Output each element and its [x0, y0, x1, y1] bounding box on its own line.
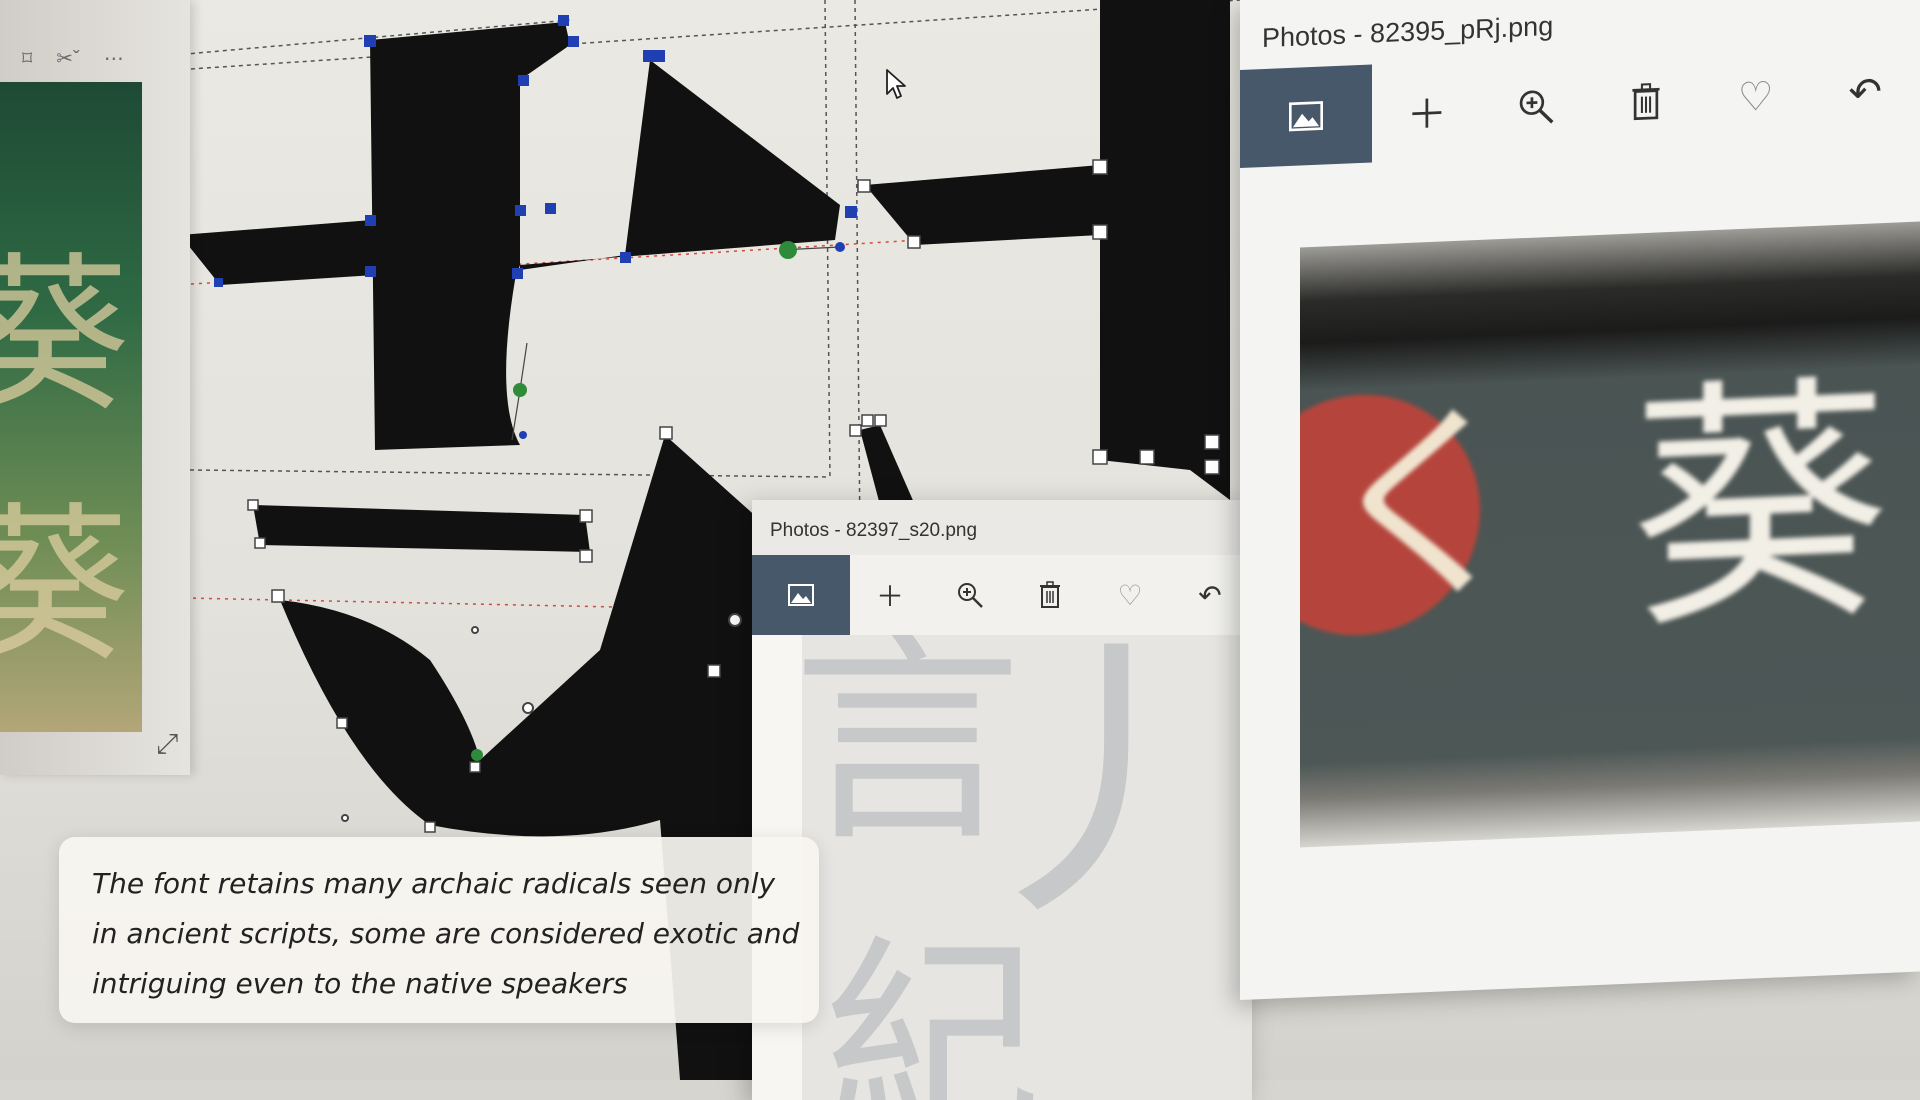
- thumbnail-image[interactable]: 葵 葵: [0, 82, 142, 732]
- favorite-button[interactable]: ♡: [1090, 555, 1170, 635]
- more-icon[interactable]: ⋯: [104, 46, 124, 71]
- add-button[interactable]: ＋: [1372, 60, 1482, 163]
- photo-preview-large[interactable]: く 葵: [1300, 221, 1920, 848]
- add-button[interactable]: ＋: [850, 555, 930, 635]
- thumbnail-panel: ⌑ ✂ˇ ⋯ 葵 葵 ⤢: [0, 0, 190, 775]
- image-icon: [788, 584, 814, 606]
- rotate-button[interactable]: ↶: [1170, 555, 1250, 635]
- image-button[interactable]: [752, 555, 850, 635]
- thumbnail-toolbar: ⌑ ✂ˇ ⋯: [10, 40, 192, 76]
- tools-dropdown-icon[interactable]: ✂ˇ: [56, 46, 79, 71]
- crop-icon[interactable]: ⌑: [22, 46, 32, 71]
- rotate-button[interactable]: ↶: [1810, 42, 1920, 145]
- ghost-glyph-stroke: 丿: [952, 635, 1252, 935]
- zoom-in-button[interactable]: [1482, 55, 1592, 158]
- photos-toolbar: ＋ ♡ ↶: [752, 555, 1252, 635]
- zoom-in-button[interactable]: [930, 555, 1010, 635]
- glyph-stroke-lower-bar: [253, 505, 590, 552]
- delete-button[interactable]: [1010, 555, 1090, 635]
- ghost-glyph-lower: 紀: [822, 935, 1042, 1100]
- glyph-stroke-horizontal-left: [180, 220, 375, 285]
- photos-window-small[interactable]: Photos - 82397_s20.png ＋: [752, 500, 1252, 1100]
- rotate-icon: ↶: [1198, 579, 1221, 612]
- resize-icon[interactable]: ⤢: [156, 728, 178, 761]
- thumbnail-glyph: 葵: [0, 252, 130, 422]
- photos-window-large[interactable]: Photos - 82395_pRj.png ＋: [1240, 0, 1920, 1000]
- zoom-in-icon: [1517, 87, 1555, 127]
- delete-button[interactable]: [1591, 51, 1701, 154]
- bezier-handles: [512, 247, 840, 440]
- image-icon: [1289, 101, 1323, 132]
- caption-box: The font retains many archaic radicals s…: [59, 837, 819, 1023]
- plus-icon: ＋: [1407, 81, 1447, 141]
- caption-text: The font retains many archaic radicals s…: [92, 859, 802, 1009]
- mouse-cursor-icon: [885, 68, 909, 102]
- sign-glyph: 葵: [1630, 373, 1890, 644]
- favorite-button[interactable]: ♡: [1701, 46, 1811, 149]
- rotate-icon: ↶: [1848, 69, 1882, 116]
- plus-icon: ＋: [876, 575, 904, 615]
- glyph-stroke-upper-right: [1100, 0, 1230, 500]
- trash-icon: [1039, 581, 1061, 609]
- glyph-stroke-upper-left: [370, 22, 840, 450]
- thumbnail-glyph-second: 葵: [0, 502, 130, 672]
- window-title: Photos - 82395_pRj.png: [1262, 11, 1553, 54]
- heart-icon: ♡: [1738, 74, 1774, 122]
- window-title: Photos - 82397_s20.png: [770, 520, 977, 542]
- sign-white-stroke: く: [1320, 398, 1530, 617]
- zoom-in-icon: [956, 581, 984, 609]
- trash-icon: [1631, 82, 1661, 121]
- glyph-stroke-horizontal-right: [865, 165, 1100, 245]
- image-button[interactable]: [1240, 64, 1372, 168]
- heart-icon: ♡: [1117, 579, 1142, 612]
- glyph-stroke-hook: [860, 425, 915, 505]
- photo-preview-small[interactable]: 言 丿 紀: [802, 635, 1252, 1100]
- photos-toolbar: ＋ ♡ ↶: [1240, 41, 1920, 168]
